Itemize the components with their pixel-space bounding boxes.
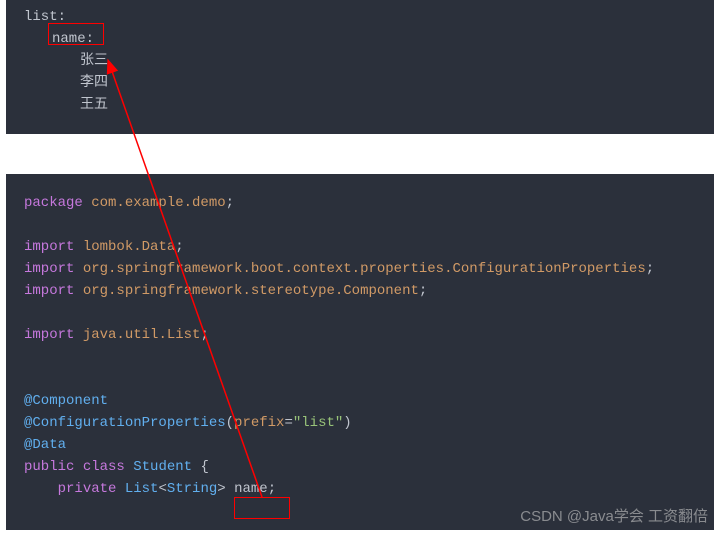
data-annotation: @Data — [24, 437, 66, 453]
import-line: import org.springframework.boot.context.… — [24, 258, 696, 280]
import-keyword: import — [24, 261, 74, 277]
field-decl-line: private List<String> name; — [24, 478, 696, 500]
blank-line — [24, 214, 696, 236]
annotation-line: @Component — [24, 390, 696, 412]
config-props-annotation: @ConfigurationProperties — [24, 415, 226, 431]
import-keyword: import — [24, 283, 74, 299]
public-keyword: public — [24, 459, 74, 475]
paren-open: ( — [226, 415, 234, 431]
item-0: 张三 — [80, 53, 108, 69]
list-type: List — [125, 481, 159, 497]
component-annotation: @Component — [24, 393, 108, 409]
class-keyword: class — [83, 459, 125, 475]
class-name: Student — [133, 459, 192, 475]
import-keyword: import — [24, 327, 74, 343]
semicolon: ; — [268, 481, 276, 497]
angle-open: < — [158, 481, 166, 497]
angle-close: > — [217, 481, 225, 497]
semicolon: ; — [419, 283, 427, 299]
item-2: 王五 — [80, 97, 108, 113]
blank-line — [24, 346, 696, 368]
import-target: lombok.Data — [83, 239, 175, 255]
semicolon: ; — [226, 195, 234, 211]
import-target: java.util.List — [83, 327, 201, 343]
string-type: String — [167, 481, 217, 497]
import-target: org.springframework.boot.context.propert… — [83, 261, 646, 277]
semicolon: ; — [175, 239, 183, 255]
name-label: name: — [52, 31, 94, 47]
prefix-key: prefix — [234, 415, 284, 431]
brace-open: { — [192, 459, 209, 475]
blank-line — [24, 302, 696, 324]
yaml-block: list: name: 张三 李四 王五 — [6, 0, 714, 134]
list-label: list: — [24, 9, 66, 25]
blank-line — [24, 368, 696, 390]
yaml-item: 王五 — [24, 94, 696, 116]
java-code-block: package com.example.demo; import lombok.… — [6, 174, 714, 530]
yaml-item: 张三 — [24, 50, 696, 72]
import-line: import lombok.Data; — [24, 236, 696, 258]
package-name: com.example.demo — [91, 195, 225, 211]
semicolon: ; — [200, 327, 208, 343]
item-1: 李四 — [80, 75, 108, 91]
yaml-name-line: name: — [24, 28, 696, 50]
field-name: name — [226, 481, 268, 497]
import-line: import org.springframework.stereotype.Co… — [24, 280, 696, 302]
import-line: import java.util.List; — [24, 324, 696, 346]
semicolon: ; — [646, 261, 654, 277]
annotation-line: @ConfigurationProperties(prefix="list") — [24, 412, 696, 434]
package-line: package com.example.demo; — [24, 192, 696, 214]
package-keyword: package — [24, 195, 83, 211]
annotation-line: @Data — [24, 434, 696, 456]
paren-close: ) — [343, 415, 351, 431]
yaml-list-line: list: — [24, 6, 696, 28]
import-keyword: import — [24, 239, 74, 255]
import-target: org.springframework.stereotype.Component — [83, 283, 419, 299]
class-decl-line: public class Student { — [24, 456, 696, 478]
private-keyword: private — [58, 481, 117, 497]
prefix-value: "list" — [293, 415, 343, 431]
yaml-item: 李四 — [24, 72, 696, 94]
equals-sign: = — [284, 415, 292, 431]
